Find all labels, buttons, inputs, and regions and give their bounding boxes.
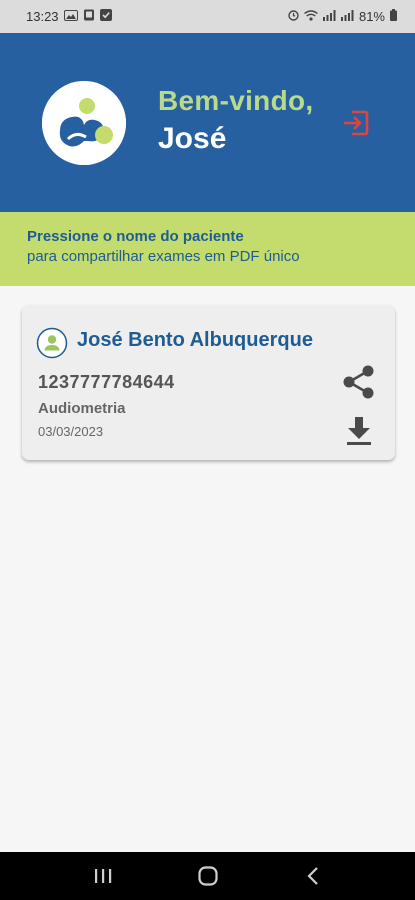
status-bar: 13:23 81% <box>0 0 415 33</box>
user-name: José <box>158 122 227 155</box>
download-icon <box>347 417 371 445</box>
recent-apps-button[interactable] <box>83 856 123 896</box>
logout-icon <box>344 110 369 136</box>
exam-type: Audiometria <box>38 400 126 417</box>
alarm-icon <box>288 9 299 24</box>
instruction-banner: Pressione o nome do paciente para compar… <box>0 212 415 286</box>
back-button[interactable] <box>293 856 333 896</box>
gallery-icon <box>63 9 78 24</box>
share-icon <box>343 365 374 399</box>
welcome-greeting: Bem-vindo, <box>158 85 314 116</box>
logout-button[interactable] <box>340 107 372 139</box>
home-icon <box>197 866 218 886</box>
status-time: 13:23 <box>26 9 59 24</box>
app-logo <box>42 81 126 165</box>
person-icon <box>36 327 68 359</box>
battery-icon <box>390 9 397 24</box>
system-nav-bar <box>0 852 415 900</box>
exam-id: 1237777784644 <box>38 372 175 392</box>
recent-apps-icon <box>94 869 111 883</box>
check-icon <box>99 9 112 24</box>
wifi-icon <box>304 9 318 24</box>
patient-name[interactable]: José Bento Albuquerque <box>77 329 313 352</box>
share-button[interactable] <box>340 363 378 401</box>
signal-icon <box>340 9 354 24</box>
status-right: 81% <box>288 9 397 24</box>
back-icon <box>306 867 318 885</box>
welcome-header: Bem-vindo, José <box>0 33 415 212</box>
signal-icon <box>322 9 336 24</box>
exam-date: 03/03/2023 <box>38 424 104 439</box>
tablet-icon <box>83 9 95 24</box>
exam-card[interactable]: José Bento Albuquerque 1237777784644 Aud… <box>22 305 395 460</box>
home-button[interactable] <box>188 856 228 896</box>
logo-icon <box>42 81 126 165</box>
status-left: 13:23 <box>26 9 112 24</box>
battery-percent: 81% <box>358 9 385 24</box>
banner-subtitle: para compartilhar exames em PDF único <box>27 248 300 265</box>
download-button[interactable] <box>342 413 376 447</box>
banner-title: Pressione o nome do paciente <box>27 228 244 245</box>
